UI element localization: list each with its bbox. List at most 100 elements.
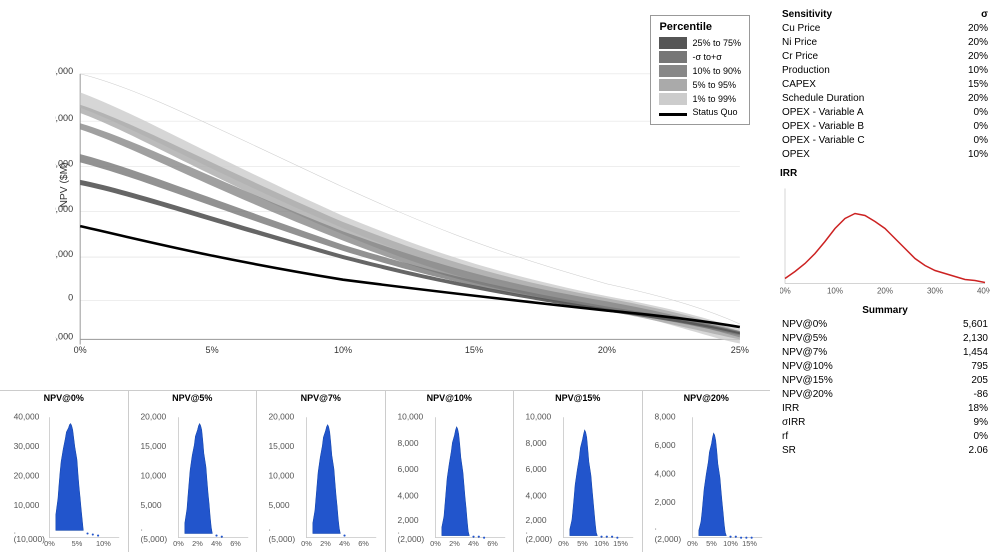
sub-chart-svg-2: 20,000 15,000 10,000 5,000 . (5,000) 0% … bbox=[260, 405, 382, 550]
sensitivity-name-5: Schedule Duration bbox=[780, 92, 944, 106]
svg-text:30,000: 30,000 bbox=[14, 441, 40, 451]
legend-color-5 bbox=[659, 93, 687, 105]
svg-text:15%: 15% bbox=[613, 539, 628, 548]
svg-text:15,000: 15,000 bbox=[268, 441, 294, 451]
sensitivity-name-9: OPEX bbox=[780, 148, 944, 162]
svg-text:8,000: 8,000 bbox=[397, 438, 418, 448]
svg-text:(5,000): (5,000) bbox=[268, 534, 295, 544]
svg-text:4%: 4% bbox=[339, 539, 350, 548]
legend-color-2 bbox=[659, 51, 687, 63]
svg-text:15,000: 15,000 bbox=[55, 158, 73, 168]
sensitivity-row-4: CAPEX 15% bbox=[780, 78, 990, 92]
summary-name-1: NPV@5% bbox=[780, 332, 917, 346]
sensitivity-name-4: CAPEX bbox=[780, 78, 944, 92]
svg-text:4,000: 4,000 bbox=[654, 468, 675, 478]
svg-text:5%: 5% bbox=[72, 539, 83, 548]
sub-chart-3: NPV@10% 10,000 8,000 6,000 4,000 2,000 .… bbox=[386, 391, 515, 552]
svg-text:2%: 2% bbox=[449, 539, 460, 548]
svg-text:6%: 6% bbox=[487, 539, 498, 548]
legend-label-3: 10% to 90% bbox=[692, 66, 741, 76]
sub-chart-svg-5: 8,000 6,000 4,000 2,000 . (2,000) 0% 5% … bbox=[646, 405, 768, 550]
summary-title: Summary bbox=[780, 305, 990, 316]
sub-chart-svg-3: 10,000 8,000 6,000 4,000 2,000 . (2,000)… bbox=[389, 405, 511, 550]
svg-text:8,000: 8,000 bbox=[654, 411, 675, 421]
right-panel: Sensitivity σ Cu Price 20% Ni Price 20% … bbox=[770, 0, 1000, 552]
legend-color-6 bbox=[659, 113, 687, 116]
summary-value-4: 205 bbox=[917, 374, 990, 388]
legend-color-4 bbox=[659, 79, 687, 91]
svg-text:0%: 0% bbox=[44, 539, 55, 548]
summary-row-5: NPV@20% -86 bbox=[780, 388, 990, 402]
svg-text:6%: 6% bbox=[230, 539, 241, 548]
summary-value-7: 9% bbox=[917, 416, 990, 430]
legend-item-6: Status Quo bbox=[659, 107, 741, 117]
svg-text:0%: 0% bbox=[558, 539, 569, 548]
svg-text:10,000: 10,000 bbox=[397, 411, 423, 421]
sensitivity-name-8: OPEX - Variable C bbox=[780, 134, 944, 148]
svg-text:10%: 10% bbox=[594, 539, 609, 548]
sub-chart-title-4: NPV@15% bbox=[517, 393, 639, 403]
svg-text:(2,000): (2,000) bbox=[654, 534, 681, 544]
sub-chart-1: NPV@5% 20,000 15,000 10,000 5,000 . (5,0… bbox=[129, 391, 258, 552]
summary-value-6: 18% bbox=[917, 402, 990, 416]
summary-name-5: NPV@20% bbox=[780, 388, 917, 402]
sub-chart-2: NPV@7% 20,000 15,000 10,000 5,000 . (5,0… bbox=[257, 391, 386, 552]
svg-text:10,000: 10,000 bbox=[525, 411, 551, 421]
svg-text:20,000: 20,000 bbox=[140, 411, 166, 421]
sensitivity-value-4: 15% bbox=[944, 78, 990, 92]
svg-text:5,000: 5,000 bbox=[55, 249, 73, 259]
svg-text:5,000: 5,000 bbox=[268, 500, 289, 510]
sensitivity-name-7: OPEX - Variable B bbox=[780, 120, 944, 134]
summary-row-3: NPV@10% 795 bbox=[780, 360, 990, 374]
sensitivity-value-8: 0% bbox=[944, 134, 990, 148]
sub-chart-title-0: NPV@0% bbox=[3, 393, 125, 403]
summary-row-7: σIRR 9% bbox=[780, 416, 990, 430]
svg-text:4,000: 4,000 bbox=[525, 491, 546, 501]
summary-value-5: -86 bbox=[917, 388, 990, 402]
sensitivity-value-1: 20% bbox=[944, 36, 990, 50]
svg-text:40,000: 40,000 bbox=[14, 411, 40, 421]
summary-name-4: NPV@15% bbox=[780, 374, 917, 388]
svg-text:30%: 30% bbox=[927, 287, 943, 296]
sensitivity-header: Sensitivity σ bbox=[780, 8, 990, 22]
sensitivity-sigma-header: σ bbox=[944, 8, 990, 22]
svg-text:20%: 20% bbox=[598, 345, 616, 355]
svg-text:15,000: 15,000 bbox=[140, 441, 166, 451]
svg-text:5,000: 5,000 bbox=[140, 500, 161, 510]
sub-chart-svg-0: 40,000 30,000 20,000 10,000 . (10,000) 0… bbox=[3, 405, 125, 550]
svg-text:.: . bbox=[268, 522, 270, 532]
summary-name-3: NPV@10% bbox=[780, 360, 917, 374]
legend-label-2: -σ to+σ bbox=[692, 52, 721, 62]
summary-row-8: rf 0% bbox=[780, 430, 990, 444]
sub-chart-4: NPV@15% 10,000 8,000 6,000 4,000 2,000 .… bbox=[514, 391, 643, 552]
svg-text:2,000: 2,000 bbox=[397, 515, 418, 525]
legend-label-5: 1% to 99% bbox=[692, 94, 736, 104]
svg-text:10,000: 10,000 bbox=[268, 471, 294, 481]
svg-text:25,000: 25,000 bbox=[55, 66, 73, 76]
sensitivity-title: Sensitivity bbox=[780, 8, 944, 22]
sensitivity-value-5: 20% bbox=[944, 92, 990, 106]
legend-item-2: -σ to+σ bbox=[659, 51, 741, 63]
svg-text:8,000: 8,000 bbox=[525, 438, 546, 448]
summary-name-0: NPV@0% bbox=[780, 318, 917, 332]
summary-row-2: NPV@7% 1,454 bbox=[780, 346, 990, 360]
sensitivity-row-7: OPEX - Variable B 0% bbox=[780, 120, 990, 134]
summary-name-9: SR bbox=[780, 444, 917, 458]
svg-text:0%: 0% bbox=[301, 539, 312, 548]
sub-chart-title-1: NPV@5% bbox=[132, 393, 254, 403]
sensitivity-row-8: OPEX - Variable C 0% bbox=[780, 134, 990, 148]
svg-text:40%: 40% bbox=[977, 287, 990, 296]
sensitivity-value-3: 10% bbox=[944, 64, 990, 78]
sub-chart-title-2: NPV@7% bbox=[260, 393, 382, 403]
summary-name-2: NPV@7% bbox=[780, 346, 917, 360]
svg-text:20%: 20% bbox=[877, 287, 893, 296]
sensitivity-row-2: Cr Price 20% bbox=[780, 50, 990, 64]
main-chart-area: NPV ($M) -5,000 0 5,000 10,000 15,000 20… bbox=[0, 0, 770, 390]
legend-color-1 bbox=[659, 37, 687, 49]
summary-row-4: NPV@15% 205 bbox=[780, 374, 990, 388]
svg-text:-5,000: -5,000 bbox=[55, 331, 73, 341]
sensitivity-table: Sensitivity σ Cu Price 20% Ni Price 20% … bbox=[780, 8, 990, 162]
irr-label: IRR bbox=[780, 168, 990, 179]
sub-chart-5: NPV@20% 8,000 6,000 4,000 2,000 . (2,000… bbox=[643, 391, 771, 552]
svg-text:6,000: 6,000 bbox=[525, 464, 546, 474]
